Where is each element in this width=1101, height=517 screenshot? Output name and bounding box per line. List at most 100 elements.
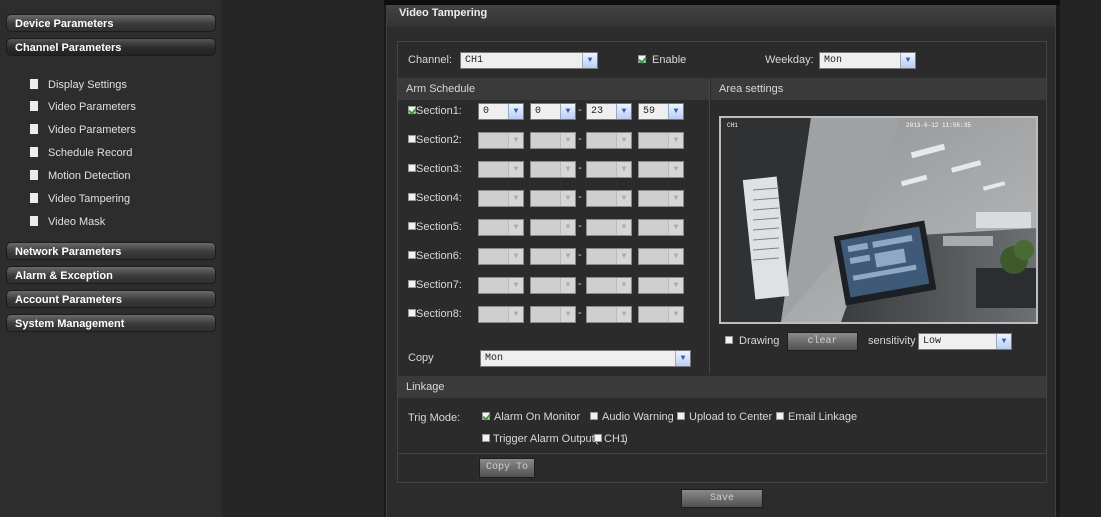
sidebar-item-display-settings[interactable]: Display Settings <box>30 76 127 94</box>
section-5-checkbox[interactable] <box>408 222 416 230</box>
section-1-time-select-2[interactable]: 0 ▼ <box>530 103 576 120</box>
trigger-output-ch1-checkbox[interactable] <box>594 434 602 442</box>
sidebar-item-video-tampering[interactable]: Video Tampering <box>30 190 130 208</box>
weekday-select[interactable]: Mon ▼ <box>819 52 916 69</box>
nav-device-parameters[interactable]: Device Parameters <box>6 14 216 32</box>
chevron-down-icon[interactable]: ▼ <box>616 307 631 322</box>
chevron-down-icon[interactable]: ▼ <box>996 334 1011 349</box>
chevron-down-icon[interactable]: ▼ <box>508 133 523 148</box>
channel-select[interactable]: CH1 ▼ <box>460 52 598 69</box>
section-7-time-select-1[interactable]: ▼ <box>478 277 524 294</box>
chevron-down-icon[interactable]: ▼ <box>508 104 523 119</box>
section-1-time-select-1[interactable]: 0 ▼ <box>478 103 524 120</box>
chevron-down-icon[interactable]: ▼ <box>560 220 575 235</box>
section-5-time-select-1[interactable]: ▼ <box>478 219 524 236</box>
section-5-time-select-3[interactable]: ▼ <box>586 219 632 236</box>
trigger-alarm-output-checkbox[interactable] <box>482 434 490 442</box>
chevron-down-icon[interactable]: ▼ <box>508 162 523 177</box>
section-8-time-select-2[interactable]: ▼ <box>530 306 576 323</box>
section-8-checkbox[interactable] <box>408 309 416 317</box>
section-3-time-select-4[interactable]: ▼ <box>638 161 684 178</box>
section-4-time-select-2[interactable]: ▼ <box>530 190 576 207</box>
section-7-time-select-2[interactable]: ▼ <box>530 277 576 294</box>
section-2-checkbox[interactable] <box>408 135 416 143</box>
nav-alarm-exception[interactable]: Alarm & Exception <box>6 266 216 284</box>
chevron-down-icon[interactable]: ▼ <box>560 162 575 177</box>
section-5-time-select-2[interactable]: ▼ <box>530 219 576 236</box>
section-4-checkbox[interactable] <box>408 193 416 201</box>
section-8-time-select-4[interactable]: ▼ <box>638 306 684 323</box>
section-7-checkbox[interactable] <box>408 280 416 288</box>
chevron-down-icon[interactable]: ▼ <box>668 249 683 264</box>
section-2-time-select-2[interactable]: ▼ <box>530 132 576 149</box>
chevron-down-icon[interactable]: ▼ <box>616 249 631 264</box>
section-4-time-select-3[interactable]: ▼ <box>586 190 632 207</box>
chevron-down-icon[interactable]: ▼ <box>508 278 523 293</box>
sidebar-item-motion-detection[interactable]: Motion Detection <box>30 167 131 185</box>
section-6-time-select-4[interactable]: ▼ <box>638 248 684 265</box>
chevron-down-icon[interactable]: ▼ <box>560 307 575 322</box>
section-3-time-select-2[interactable]: ▼ <box>530 161 576 178</box>
chevron-down-icon[interactable]: ▼ <box>582 53 597 68</box>
nav-system-management[interactable]: System Management <box>6 314 216 332</box>
sidebar-item-schedule-record[interactable]: Schedule Record <box>30 144 132 162</box>
chevron-down-icon[interactable]: ▼ <box>560 133 575 148</box>
section-8-time-select-1[interactable]: ▼ <box>478 306 524 323</box>
chevron-down-icon[interactable]: ▼ <box>616 104 631 119</box>
section-6-time-select-3[interactable]: ▼ <box>586 248 632 265</box>
nav-account-parameters[interactable]: Account Parameters <box>6 290 216 308</box>
chevron-down-icon[interactable]: ▼ <box>560 249 575 264</box>
chevron-down-icon[interactable]: ▼ <box>560 191 575 206</box>
copy-to-button[interactable]: Copy To <box>479 458 535 478</box>
chevron-down-icon[interactable]: ▼ <box>616 133 631 148</box>
sidebar-item-video-parameters[interactable]: Video Parameters <box>30 98 136 116</box>
section-6-time-select-2[interactable]: ▼ <box>530 248 576 265</box>
chevron-down-icon[interactable]: ▼ <box>668 133 683 148</box>
section-3-time-select-1[interactable]: ▼ <box>478 161 524 178</box>
section-2-time-select-3[interactable]: ▼ <box>586 132 632 149</box>
chevron-down-icon[interactable]: ▼ <box>560 278 575 293</box>
chevron-down-icon[interactable]: ▼ <box>668 104 683 119</box>
video-preview[interactable]: CH1 2013-6-12 11:56:35 <box>719 116 1038 324</box>
section-4-time-select-1[interactable]: ▼ <box>478 190 524 207</box>
chevron-down-icon[interactable]: ▼ <box>668 162 683 177</box>
chevron-down-icon[interactable]: ▼ <box>508 307 523 322</box>
clear-button[interactable]: clear <box>787 332 858 351</box>
section-7-time-select-4[interactable]: ▼ <box>638 277 684 294</box>
email-linkage-checkbox[interactable] <box>776 412 784 420</box>
chevron-down-icon[interactable]: ▼ <box>508 249 523 264</box>
chevron-down-icon[interactable]: ▼ <box>668 278 683 293</box>
chevron-down-icon[interactable]: ▼ <box>668 307 683 322</box>
section-8-time-select-3[interactable]: ▼ <box>586 306 632 323</box>
sidebar-item-video-mask[interactable]: Video Mask <box>30 213 105 231</box>
audio-warning-checkbox[interactable] <box>590 412 598 420</box>
section-3-checkbox[interactable] <box>408 164 416 172</box>
section-7-time-select-3[interactable]: ▼ <box>586 277 632 294</box>
sensitivity-select[interactable]: Low ▼ <box>918 333 1012 350</box>
chevron-down-icon[interactable]: ▼ <box>668 220 683 235</box>
save-button[interactable]: Save <box>681 489 763 508</box>
chevron-down-icon[interactable]: ▼ <box>900 53 915 68</box>
section-4-time-select-4[interactable]: ▼ <box>638 190 684 207</box>
chevron-down-icon[interactable]: ▼ <box>508 220 523 235</box>
section-5-time-select-4[interactable]: ▼ <box>638 219 684 236</box>
copy-select[interactable]: Mon ▼ <box>480 350 691 367</box>
chevron-down-icon[interactable]: ▼ <box>560 104 575 119</box>
upload-to-center-checkbox[interactable] <box>677 412 685 420</box>
chevron-down-icon[interactable]: ▼ <box>616 220 631 235</box>
section-6-checkbox[interactable] <box>408 251 416 259</box>
chevron-down-icon[interactable]: ▼ <box>675 351 690 366</box>
section-3-time-select-3[interactable]: ▼ <box>586 161 632 178</box>
chevron-down-icon[interactable]: ▼ <box>616 191 631 206</box>
section-1-checkbox[interactable] <box>408 106 416 114</box>
section-1-time-select-3[interactable]: 23 ▼ <box>586 103 632 120</box>
chevron-down-icon[interactable]: ▼ <box>508 191 523 206</box>
nav-channel-parameters[interactable]: Channel Parameters <box>6 38 216 56</box>
sidebar-item-video-parameters-2[interactable]: Video Parameters <box>30 121 136 139</box>
section-2-time-select-1[interactable]: ▼ <box>478 132 524 149</box>
section-1-time-select-4[interactable]: 59 ▼ <box>638 103 684 120</box>
nav-network-parameters[interactable]: Network Parameters <box>6 242 216 260</box>
drawing-checkbox[interactable] <box>725 336 733 344</box>
section-2-time-select-4[interactable]: ▼ <box>638 132 684 149</box>
chevron-down-icon[interactable]: ▼ <box>616 278 631 293</box>
